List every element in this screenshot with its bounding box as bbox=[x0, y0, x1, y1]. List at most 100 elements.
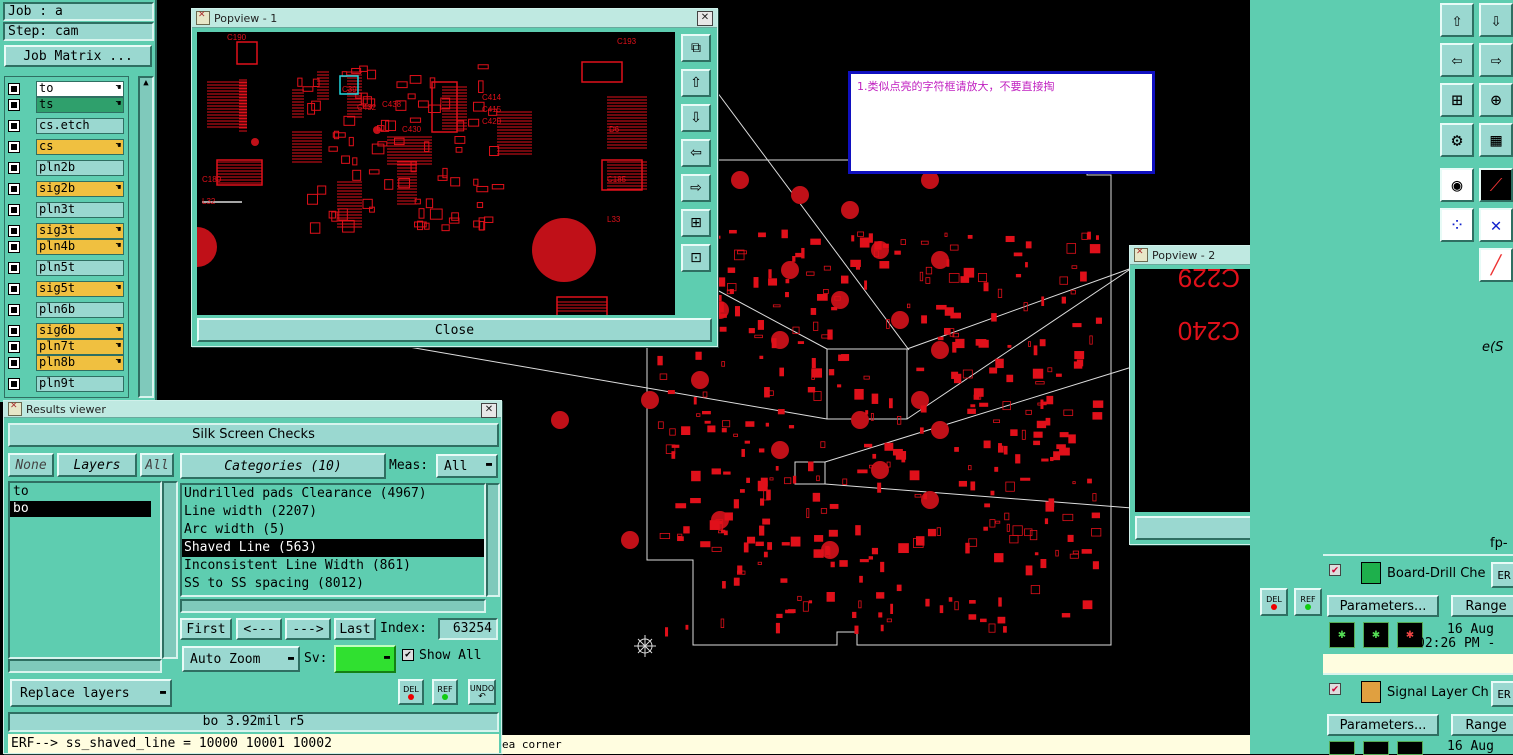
range-button[interactable]: Range bbox=[1451, 714, 1513, 736]
layer-name[interactable]: cs ☚ bbox=[36, 139, 124, 155]
layer-checkbox[interactable] bbox=[8, 378, 20, 390]
layer-checkbox[interactable] bbox=[8, 204, 20, 216]
layer-checkbox[interactable] bbox=[8, 283, 20, 295]
layer-name[interactable]: sig5t ☚ bbox=[36, 281, 124, 297]
next-button[interactable]: ---> bbox=[285, 618, 331, 640]
layer-checkbox[interactable] bbox=[8, 99, 20, 111]
popview-1-titlebar[interactable]: Popview - 1 ✕ bbox=[192, 9, 717, 28]
result-layer-item-bo[interactable]: bo bbox=[10, 501, 151, 517]
pan-up-icon[interactable]: ⇧ bbox=[1440, 3, 1474, 37]
run-all-icon[interactable] bbox=[1363, 741, 1389, 755]
measure-icon[interactable]: ⟋ bbox=[1479, 168, 1513, 202]
job-matrix-button[interactable]: Job Matrix ... bbox=[4, 45, 152, 67]
run-icon[interactable]: ✱ bbox=[1329, 622, 1355, 648]
show-all-checkbox[interactable]: ✔ bbox=[402, 649, 414, 661]
layer-row-pln5t[interactable]: pln5t bbox=[8, 260, 124, 276]
layer-checkbox[interactable] bbox=[8, 241, 20, 253]
layer-checkbox[interactable] bbox=[8, 357, 20, 369]
window-menu-icon[interactable] bbox=[8, 401, 22, 416]
layer-row-cs[interactable]: cs ☚ bbox=[8, 139, 124, 155]
popview-1-close-button[interactable]: Close bbox=[197, 318, 712, 342]
category-item[interactable]: Line width (2207) bbox=[182, 503, 484, 521]
parameters-button[interactable]: Parameters... bbox=[1327, 714, 1439, 736]
pan-down-icon[interactable]: ⇩ bbox=[681, 104, 711, 132]
layer-row-pln9t[interactable]: pln9t bbox=[8, 376, 124, 392]
layer-row-pln8b[interactable]: pln8b ☚ bbox=[8, 355, 124, 371]
auto-zoom-select[interactable]: Auto Zoom ▬ bbox=[182, 646, 300, 672]
result-layer-item-to[interactable]: to bbox=[10, 483, 160, 501]
cross-icon[interactable]: ✕ bbox=[1479, 208, 1513, 242]
layers-button[interactable]: Layers bbox=[57, 453, 137, 477]
layer-row-pln7t[interactable]: pln7t ☚ bbox=[8, 339, 124, 355]
run-all-icon[interactable]: ✱ bbox=[1363, 622, 1389, 648]
category-vscroll[interactable] bbox=[486, 483, 500, 597]
zoom-home-icon[interactable]: ⧉ bbox=[681, 34, 711, 62]
close-icon[interactable]: ✕ bbox=[697, 11, 713, 26]
layer-name[interactable]: pln9t bbox=[36, 376, 124, 392]
scroll-up-arrow[interactable]: ▲ bbox=[140, 78, 152, 90]
check-toggle[interactable]: ✔ bbox=[1329, 683, 1341, 695]
layer-checkbox[interactable] bbox=[8, 325, 20, 337]
none-button[interactable]: None bbox=[8, 453, 54, 477]
category-item[interactable]: Arc width (5) bbox=[182, 521, 484, 539]
meas-select[interactable]: All ▬ bbox=[436, 454, 498, 478]
layer-checkbox[interactable] bbox=[8, 304, 20, 316]
layer-list-hscroll[interactable] bbox=[8, 659, 162, 673]
pan-up-icon[interactable]: ⇧ bbox=[681, 69, 711, 97]
zoom-fit-icon[interactable]: ⊕ bbox=[1479, 83, 1513, 117]
category-item[interactable]: Undrilled pads Clearance (4967) bbox=[182, 485, 484, 503]
layer-scrollbar[interactable]: ▲ bbox=[138, 76, 154, 398]
category-item[interactable]: Inconsistent Line Width (861) bbox=[182, 557, 484, 575]
popview-1-canvas[interactable]: C190 C193 C39 C414 C415 C420 C185 L33 C180 C432 C4… bbox=[197, 32, 675, 315]
close-icon[interactable]: ✕ bbox=[481, 403, 497, 418]
pan-left-icon[interactable]: ⇦ bbox=[681, 139, 711, 167]
category-hscroll[interactable] bbox=[180, 599, 486, 613]
prev-button[interactable]: <--- bbox=[236, 618, 282, 640]
results-viewer-titlebar[interactable]: Results viewer ✕ bbox=[4, 401, 501, 418]
zoom-in-icon[interactable]: ⊞ bbox=[1440, 83, 1474, 117]
layer-name[interactable]: pln3t bbox=[36, 202, 124, 218]
grid-icon[interactable]: ▦ bbox=[1479, 123, 1513, 157]
layer-checkbox[interactable] bbox=[8, 341, 20, 353]
index-field[interactable]: 63254 bbox=[438, 618, 498, 640]
window-menu-icon[interactable] bbox=[1134, 247, 1148, 262]
parameters-button[interactable]: Parameters... bbox=[1327, 595, 1439, 617]
pan-right-icon[interactable]: ⇨ bbox=[1479, 43, 1513, 77]
sv-color-select[interactable]: ▬ bbox=[334, 645, 396, 673]
layer-list-vscroll[interactable] bbox=[162, 481, 178, 659]
layer-checkbox[interactable] bbox=[8, 162, 20, 174]
draw-line-icon[interactable]: ╱ bbox=[1479, 248, 1513, 282]
layer-checkbox[interactable] bbox=[8, 225, 20, 237]
net-icon[interactable]: ⁘ bbox=[1440, 208, 1474, 242]
layer-row-pln6b[interactable]: pln6b bbox=[8, 302, 124, 318]
right-ref-button[interactable]: REF bbox=[1294, 588, 1322, 616]
layer-row-pln3t[interactable]: pln3t bbox=[8, 202, 124, 218]
layer-name[interactable]: sig2b ☚ bbox=[36, 181, 124, 197]
check-erf-button[interactable]: ER bbox=[1491, 562, 1513, 588]
category-item[interactable]: SS to SS spacing (8012) bbox=[182, 575, 484, 593]
del-button[interactable]: DEL bbox=[398, 679, 424, 705]
first-button[interactable]: First bbox=[180, 618, 232, 640]
layer-row-sig2b[interactable]: sig2b ☚ bbox=[8, 181, 124, 197]
layer-row-pln2b[interactable]: pln2b bbox=[8, 160, 124, 176]
layer-checkbox[interactable] bbox=[8, 262, 20, 274]
undo-button[interactable]: UNDO ↶ bbox=[468, 679, 496, 705]
layer-name[interactable]: to ☚ bbox=[36, 81, 124, 97]
all-button[interactable]: All bbox=[140, 453, 174, 477]
pan-right-icon[interactable]: ⇨ bbox=[681, 174, 711, 202]
layer-row-ts[interactable]: ts ☚ bbox=[8, 97, 124, 113]
zoom-in-icon[interactable]: ⊞ bbox=[681, 209, 711, 237]
layer-name[interactable]: sig6b ☚ bbox=[36, 323, 124, 339]
layer-row-sig5t[interactable]: sig5t ☚ bbox=[8, 281, 124, 297]
layer-row-cs-etch[interactable]: cs.etch bbox=[8, 118, 124, 134]
category-list[interactable]: Undrilled pads Clearance (4967) Line widt… bbox=[180, 483, 486, 597]
check-erf-button[interactable]: ER bbox=[1491, 681, 1513, 707]
layer-checkbox[interactable] bbox=[8, 141, 20, 153]
last-button[interactable]: Last bbox=[334, 618, 376, 640]
right-del-button[interactable]: DEL bbox=[1260, 588, 1288, 616]
layer-name[interactable]: cs.etch bbox=[36, 118, 124, 134]
layer-name[interactable]: pln2b bbox=[36, 160, 124, 176]
categories-button[interactable]: Categories (10) bbox=[180, 453, 386, 479]
pan-left-icon[interactable]: ⇦ bbox=[1440, 43, 1474, 77]
layer-name[interactable]: pln6b bbox=[36, 302, 124, 318]
